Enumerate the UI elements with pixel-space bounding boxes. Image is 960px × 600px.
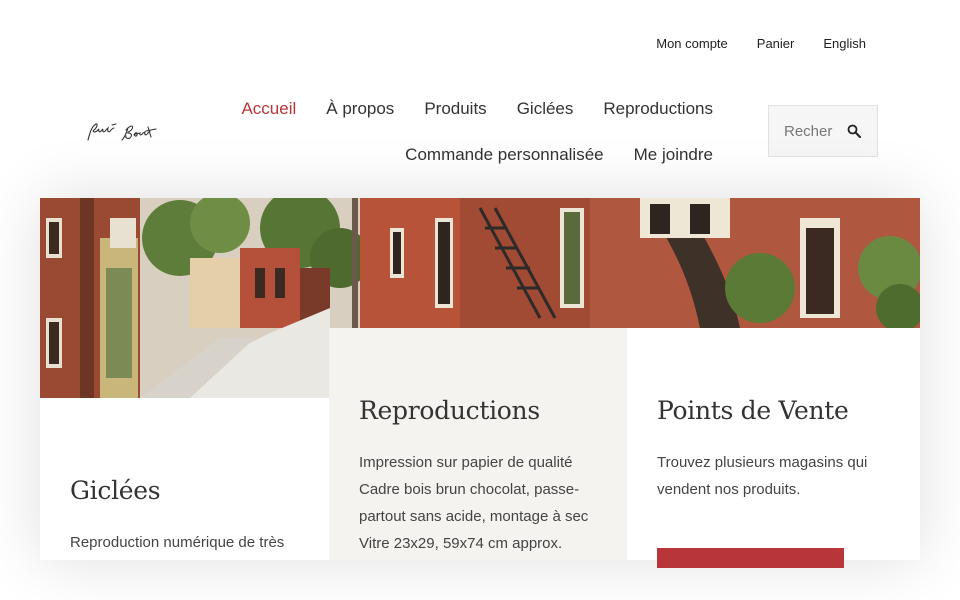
top-utility-nav: Mon compte Panier English: [656, 36, 866, 51]
search-box: [768, 105, 878, 157]
nav-item-commande-personnalisee[interactable]: Commande personnalisée: [405, 142, 603, 168]
card-title: Points de Vente: [657, 396, 849, 425]
cart-link[interactable]: Panier: [757, 36, 795, 51]
points-de-vente-button[interactable]: [657, 548, 844, 568]
nav-item-a-propos[interactable]: À propos: [326, 96, 394, 122]
nav-item-accueil[interactable]: Accueil: [241, 96, 296, 122]
nav-item-reproductions[interactable]: Reproductions: [603, 96, 713, 122]
card-points-de-vente: Points de Vente Trouvez plusieurs magasi…: [627, 328, 920, 568]
my-account-link[interactable]: Mon compte: [656, 36, 728, 51]
language-switch-link[interactable]: English: [823, 36, 866, 51]
nav-item-produits[interactable]: Produits: [424, 96, 486, 122]
nav-item-me-joindre[interactable]: Me joindre: [634, 142, 713, 168]
card-text: Impression sur papier de qualité Cadre b…: [359, 454, 589, 552]
nav-row-primary: Accueil À propos Produits Giclées Reprod…: [193, 96, 713, 122]
signature-logo[interactable]: [84, 116, 170, 146]
nav-item-giclees[interactable]: Giclées: [517, 96, 574, 122]
card-text: Reproduction numérique de très: [70, 534, 285, 551]
card-title: Reproductions: [359, 396, 540, 425]
card-giclees: Giclées Reproduction numérique de très: [40, 398, 329, 560]
card-text: Trouvez plusieurs magasins qui vendent n…: [657, 454, 868, 498]
search-icon[interactable]: [847, 124, 861, 138]
main-navigation: Accueil À propos Produits Giclées Reprod…: [193, 96, 713, 168]
card-title: Giclées: [70, 476, 161, 505]
card-reproductions: Reproductions Impression sur papier de q…: [329, 328, 627, 560]
search-input[interactable]: [769, 106, 847, 156]
nav-row-secondary: Commande personnalisée Me joindre: [193, 142, 713, 168]
